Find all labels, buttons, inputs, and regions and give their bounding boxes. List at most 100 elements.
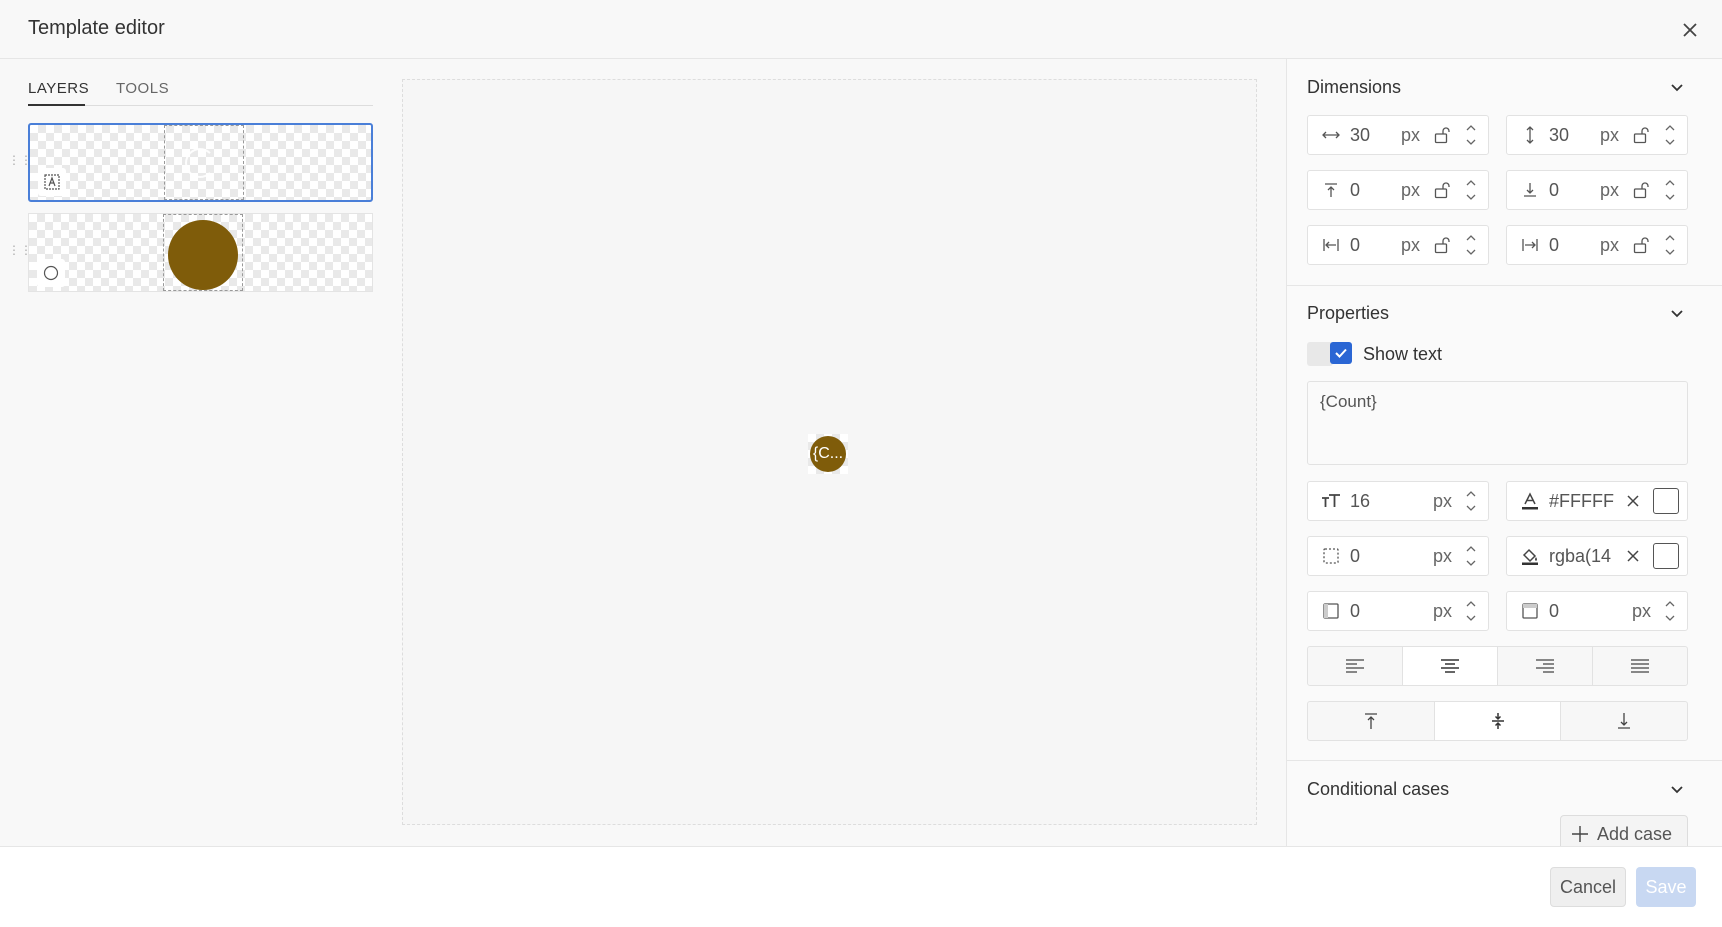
cancel-button[interactable]: Cancel — [1550, 867, 1626, 907]
lock-open-icon[interactable] — [1629, 236, 1653, 254]
offset-left-value[interactable]: 0 — [1350, 235, 1401, 256]
padding-top-field[interactable]: 0 px — [1506, 591, 1688, 631]
circle-icon — [37, 259, 65, 287]
width-icon — [1318, 129, 1344, 141]
properties-collapse-button[interactable] — [1665, 301, 1689, 325]
offset-left-field[interactable]: 0 px — [1307, 225, 1489, 265]
layer-item-circle[interactable] — [28, 213, 373, 292]
border-dashed-icon — [1318, 547, 1344, 565]
offset-left-unit: px — [1400, 234, 1420, 255]
lock-open-icon[interactable] — [1629, 181, 1653, 199]
stepper-icon[interactable] — [1661, 598, 1679, 624]
text-content-input[interactable]: {Count} — [1307, 381, 1688, 465]
offset-bottom-field[interactable]: 0 px — [1506, 170, 1688, 210]
width-value[interactable]: 30 — [1350, 125, 1401, 146]
font-size-unit: px — [1432, 490, 1452, 511]
align-justify-button[interactable] — [1593, 647, 1687, 685]
chevron-down-icon — [1671, 310, 1683, 318]
font-size-value[interactable]: 16 — [1350, 491, 1433, 512]
fill-color-swatch[interactable] — [1653, 543, 1679, 569]
tab-layers[interactable]: LAYERS — [28, 80, 89, 97]
padding-left-field[interactable]: 0 px — [1307, 591, 1489, 631]
stepper-icon[interactable] — [1462, 488, 1480, 514]
vertical-align-middle-icon — [1491, 713, 1504, 729]
align-right-button[interactable] — [1498, 647, 1593, 685]
text-align-center-icon — [1441, 659, 1459, 673]
stepper-icon[interactable] — [1462, 598, 1480, 624]
lock-open-icon[interactable] — [1430, 126, 1454, 144]
conditional-collapse-button[interactable] — [1665, 777, 1689, 801]
stepper-icon[interactable] — [1661, 232, 1679, 258]
align-bottom-icon — [1517, 182, 1543, 198]
padding-top-unit: px — [1631, 600, 1651, 621]
vertical-align-bottom-icon — [1618, 713, 1631, 729]
dialog-footer — [0, 846, 1722, 927]
tab-tools[interactable]: TOOLS — [116, 80, 169, 97]
align-right-edge-icon — [1517, 237, 1543, 253]
valign-bottom-button[interactable] — [1561, 702, 1687, 740]
height-unit: px — [1599, 124, 1619, 145]
layer-bounds — [164, 125, 244, 200]
border-width-value[interactable]: 0 — [1350, 546, 1433, 567]
valign-top-button[interactable] — [1308, 702, 1435, 740]
clear-icon[interactable] — [1623, 549, 1643, 563]
width-field[interactable]: 30 px — [1307, 115, 1489, 155]
lock-open-icon[interactable] — [1430, 236, 1454, 254]
chevron-down-icon — [1671, 84, 1683, 92]
stepper-icon[interactable] — [1661, 122, 1679, 148]
lock-open-icon[interactable] — [1430, 181, 1454, 199]
close-button[interactable] — [1676, 16, 1704, 44]
dimensions-collapse-button[interactable] — [1665, 75, 1689, 99]
stepper-icon[interactable] — [1462, 177, 1480, 203]
dialog-title: Template editor — [28, 17, 165, 39]
fill-color-field[interactable]: rgba(14 — [1506, 536, 1688, 576]
font-size-icon — [1318, 493, 1344, 509]
padding-left-value[interactable]: 0 — [1350, 601, 1433, 622]
font-size-field[interactable]: 16 px — [1307, 481, 1489, 521]
vertical-align-top-icon — [1364, 713, 1377, 729]
padding-top-icon — [1517, 602, 1543, 620]
fill-color-value[interactable]: rgba(14 — [1549, 546, 1623, 567]
padding-left-unit: px — [1432, 600, 1452, 621]
offset-top-field[interactable]: 0 px — [1307, 170, 1489, 210]
stepper-icon[interactable] — [1661, 177, 1679, 203]
padding-top-value[interactable]: 0 — [1549, 601, 1632, 622]
dimensions-title: Dimensions — [1307, 77, 1402, 97]
section-divider — [1287, 285, 1722, 286]
save-button[interactable]: Save — [1636, 867, 1696, 907]
chevron-down-icon — [1671, 786, 1683, 794]
canvas-preview-element[interactable]: {C... — [810, 436, 846, 472]
circle-preview — [168, 220, 238, 290]
text-color-icon — [1517, 491, 1543, 511]
drag-handle-icon[interactable]: ⋮⋮ — [8, 154, 32, 172]
properties-title: Properties — [1307, 303, 1390, 323]
layer-bounds — [163, 214, 243, 291]
drag-handle-icon[interactable]: ⋮⋮ — [8, 244, 32, 262]
offset-right-value[interactable]: 0 — [1549, 235, 1600, 256]
offset-bottom-value[interactable]: 0 — [1549, 180, 1600, 201]
text-color-value[interactable]: #FFFFF — [1549, 491, 1623, 512]
lock-open-icon[interactable] — [1629, 126, 1653, 144]
stepper-icon[interactable] — [1462, 232, 1480, 258]
height-value[interactable]: 30 — [1549, 125, 1600, 146]
clear-icon[interactable] — [1623, 494, 1643, 508]
stepper-icon[interactable] — [1462, 543, 1480, 569]
plus-icon — [1572, 826, 1588, 842]
text-color-field[interactable]: #FFFFF — [1506, 481, 1688, 521]
show-text-checkbox[interactable] — [1330, 342, 1352, 364]
fill-bucket-icon — [1517, 546, 1543, 566]
text-color-swatch[interactable] — [1653, 488, 1679, 514]
align-left-button[interactable] — [1308, 647, 1403, 685]
offset-top-value[interactable]: 0 — [1350, 180, 1401, 201]
border-width-field[interactable]: 0 px — [1307, 536, 1489, 576]
conditional-cases-title: Conditional cases — [1307, 779, 1450, 799]
text-align-justify-icon — [1631, 659, 1649, 673]
text-box-icon — [38, 168, 66, 196]
layer-item-text[interactable] — [28, 123, 373, 202]
offset-right-unit: px — [1599, 234, 1619, 255]
align-center-button[interactable] — [1403, 647, 1498, 685]
valign-middle-button[interactable] — [1434, 702, 1562, 740]
offset-right-field[interactable]: 0 px — [1506, 225, 1688, 265]
height-field[interactable]: 30 px — [1506, 115, 1688, 155]
stepper-icon[interactable] — [1462, 122, 1480, 148]
